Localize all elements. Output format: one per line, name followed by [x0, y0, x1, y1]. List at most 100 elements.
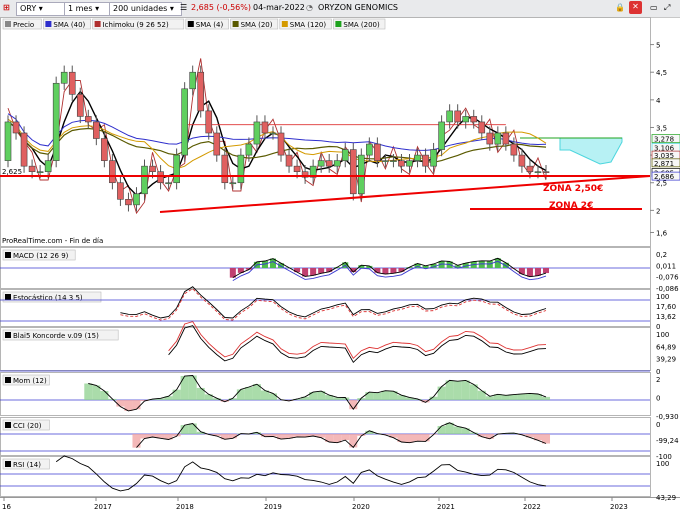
indicator-fill — [461, 428, 470, 434]
candle-body — [438, 121, 445, 150]
candle-body — [181, 88, 188, 156]
candle-body — [390, 160, 397, 162]
y-tick-label: 4,5 — [656, 69, 667, 77]
candle — [93, 115, 100, 146]
candle — [133, 187, 140, 212]
indicator-tick-label: 0 — [656, 395, 660, 403]
indicator-fill — [365, 392, 374, 400]
indicator-fill — [453, 381, 462, 400]
candle-body — [526, 165, 534, 172]
indicator-tick-label: 100 — [656, 293, 669, 301]
legend-label: SMA (20) — [241, 21, 273, 29]
legend-swatch — [281, 21, 288, 27]
candle-body — [382, 160, 389, 162]
candle — [181, 82, 188, 162]
candle-body — [76, 94, 84, 117]
candle — [422, 148, 429, 173]
indicator-title[interactable]: Blai5 Koncorde v.09 (15) — [2, 329, 119, 341]
candle-body — [462, 116, 470, 123]
zone-2-50-label: ZONA 2,50€ — [543, 184, 603, 194]
candle — [341, 142, 349, 168]
candle-body — [52, 82, 60, 161]
price-right-labels: 3,2783,1063,0352,8712,6852,686 — [651, 134, 680, 181]
legend-item[interactable]: SMA (4) — [185, 18, 229, 30]
indicator-tick-label: 17,60 — [656, 303, 676, 311]
candle-body — [285, 154, 293, 167]
chart-canvas[interactable]: ZONA 2,50€ ZONA 2€ Precio SMA (40) Ichimok… — [0, 0, 680, 512]
indicator-title-label: Blai5 Koncorde v.09 (15) — [13, 332, 99, 340]
candle-body — [44, 160, 52, 172]
candle — [502, 126, 510, 151]
candle-body — [68, 71, 76, 95]
cci-panel: CCI (20) 0-99,24-100 — [0, 419, 679, 461]
candle-body — [414, 154, 421, 161]
legend-item[interactable]: SMA (20) — [230, 18, 279, 30]
indicator-title[interactable]: Estocástico (14 3 5) — [2, 291, 102, 303]
x-tick-label: 2018 — [176, 503, 194, 511]
candle — [478, 115, 486, 140]
candle-body — [470, 116, 478, 123]
candle-body — [197, 71, 205, 112]
right-price-label-text: 3,278 — [654, 136, 674, 144]
indicator-swatch — [5, 252, 11, 258]
indicator-fill — [421, 434, 430, 442]
indicator-fill — [381, 390, 390, 400]
indicator-tick-label: 39,29 — [656, 356, 676, 364]
indicator-tick-label: -0,086 — [656, 285, 679, 293]
indicator-title[interactable]: MACD (12 26 9) — [2, 249, 76, 261]
x-axis-labels: 16 2017 2018 2019 2020 2021 2022 2023 — [2, 497, 628, 511]
candle-body — [502, 132, 510, 145]
candle — [52, 76, 60, 168]
indicator-fill — [461, 380, 470, 400]
legend-swatch — [335, 21, 342, 27]
legend-item[interactable]: Ichimoku (9 26 52) — [92, 18, 185, 30]
indicator-tick-label: -0,930 — [656, 413, 679, 421]
macd-panel: MACD (12 26 9) 0,2 0,011 -0,076 -0,086 — [0, 249, 679, 293]
indicator-swatch — [5, 294, 11, 300]
legend-label: SMA (200) — [343, 21, 380, 29]
indicator-fill — [437, 426, 446, 434]
candle-body — [478, 121, 486, 134]
candle — [333, 154, 341, 173]
candle — [189, 65, 196, 96]
indicator-fill — [437, 386, 446, 400]
indicator-fill — [180, 375, 189, 400]
indicator-title-label: RSI (14) — [13, 461, 41, 469]
candle-body — [422, 154, 429, 167]
indicator-tick-label: 0 — [656, 421, 660, 429]
legend-item[interactable]: SMA (120) — [279, 18, 332, 30]
candle — [277, 126, 285, 162]
stochastic-panel: Estocástico (14 3 5) 100 17,60 13,62 0 — [0, 286, 676, 331]
candle-body — [173, 154, 180, 184]
macd-histogram-bar — [534, 268, 541, 276]
candle-body — [205, 110, 213, 134]
sma-lines — [7, 90, 547, 197]
indicator-fill — [501, 395, 510, 400]
candle-body — [229, 182, 237, 185]
candle-body — [117, 182, 124, 200]
zone-2-label: ZONA 2€ — [549, 201, 593, 211]
indicator-fill — [172, 389, 181, 400]
candle — [60, 65, 68, 90]
candle-body — [358, 154, 365, 195]
indicator-fill — [268, 393, 277, 400]
candle — [197, 65, 205, 118]
candle-body — [221, 154, 229, 184]
legend-label: Ichimoku (9 26 52) — [103, 21, 169, 29]
indicator-title[interactable]: RSI (14) — [2, 458, 50, 470]
candle-body — [325, 160, 333, 167]
indicator-tick-label: -0,076 — [656, 274, 679, 282]
indicator-fill — [244, 387, 253, 400]
indicator-fill — [293, 434, 302, 437]
legend-item[interactable]: Precio — [2, 18, 42, 30]
macd-histogram-bar — [326, 268, 333, 272]
indicator-title[interactable]: Mom (12) — [2, 374, 50, 386]
candle — [20, 126, 28, 173]
legend-item[interactable]: SMA (40) — [43, 18, 91, 30]
right-price-label-text: 2,686 — [654, 173, 675, 181]
indicator-title[interactable]: CCI (20) — [2, 419, 50, 431]
candle — [285, 148, 293, 173]
candle-body — [213, 132, 221, 156]
legend-item[interactable]: SMA (200) — [333, 18, 386, 30]
x-tick-label: 2021 — [437, 503, 455, 511]
